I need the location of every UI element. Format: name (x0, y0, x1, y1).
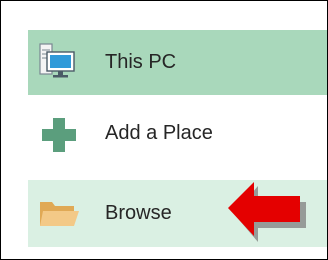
place-label: Browse (105, 202, 172, 224)
place-label: Add a Place (105, 122, 213, 144)
place-label: This PC (105, 51, 177, 73)
plus-icon (40, 116, 78, 159)
computer-icon (38, 42, 78, 87)
place-add-a-place[interactable]: Add a Place (28, 101, 327, 166)
red-arrow-icon (228, 180, 308, 247)
folder-icon (38, 198, 80, 235)
place-this-pc[interactable]: This PC (28, 30, 327, 95)
